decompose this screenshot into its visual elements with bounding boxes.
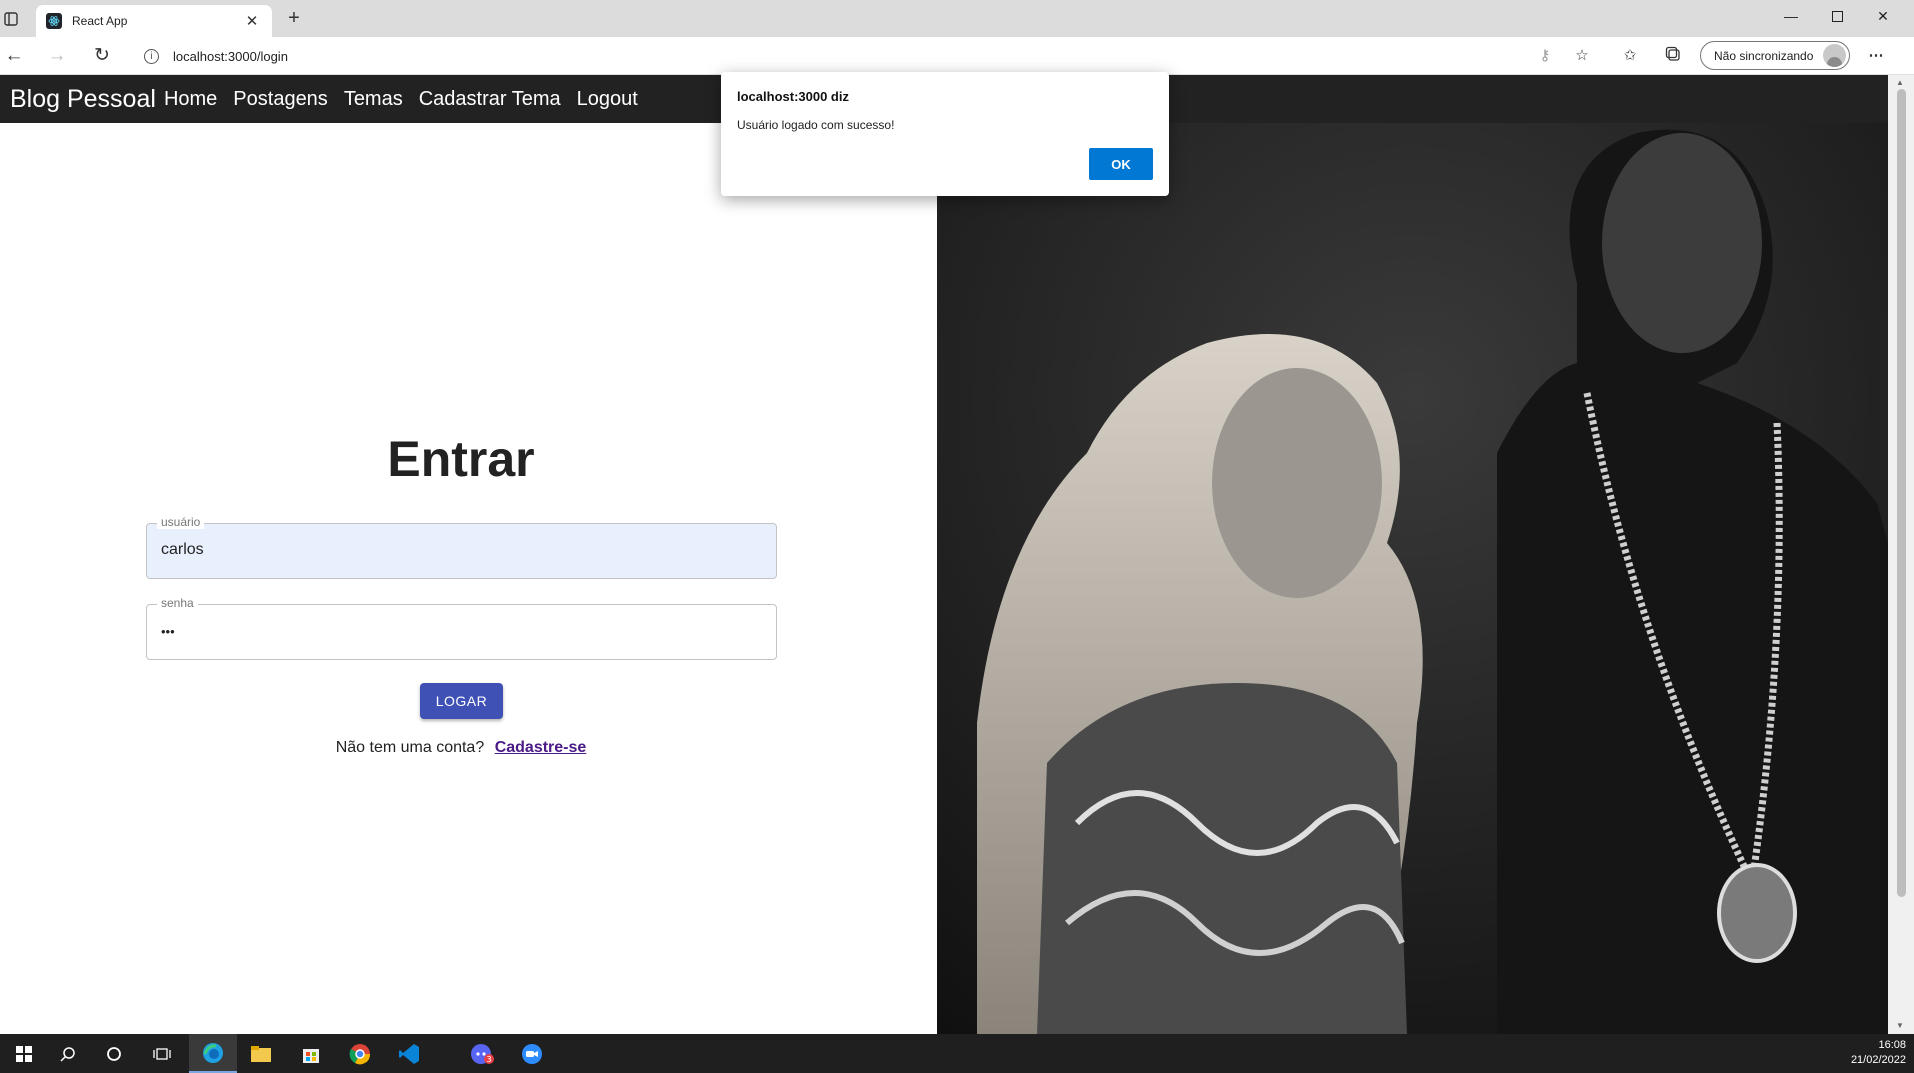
- alert-ok-button[interactable]: OK: [1089, 148, 1153, 180]
- login-title: Entrar: [387, 431, 535, 487]
- back-icon[interactable]: ←: [3, 45, 25, 67]
- browser-toolbar: ← → ↻ i localhost:3000/login ⚷ ☆ ✩ Não s…: [0, 37, 1914, 75]
- maximize-icon[interactable]: [1814, 0, 1860, 32]
- nav-link-home[interactable]: Home: [164, 88, 217, 111]
- clock-time: 16:08: [1878, 1039, 1906, 1051]
- scroll-up-icon[interactable]: ▲: [1896, 78, 1904, 87]
- scrollbar-thumb[interactable]: [1897, 89, 1906, 897]
- signup-prompt: Não tem uma conta?: [335, 739, 485, 756]
- nav-link-postagens[interactable]: Postagens: [233, 88, 328, 111]
- password-label: senha: [157, 596, 198, 610]
- vscode-icon[interactable]: [385, 1034, 433, 1073]
- address-bar[interactable]: i localhost:3000/login: [130, 42, 1540, 70]
- add-favorite-icon[interactable]: ☆: [1572, 46, 1592, 66]
- search-icon[interactable]: [44, 1034, 92, 1073]
- zoom-icon[interactable]: [508, 1034, 556, 1073]
- react-favicon-icon: [46, 13, 62, 29]
- avatar-icon: [1823, 44, 1846, 67]
- nav-link-logout[interactable]: Logout: [577, 88, 638, 111]
- password-field[interactable]: senha •••: [146, 596, 777, 660]
- profile-button[interactable]: Não sincronizando: [1700, 41, 1850, 70]
- tab-close-icon[interactable]: ✕: [242, 12, 262, 30]
- scroll-down-icon[interactable]: ▼: [1896, 1021, 1904, 1030]
- browser-tab-strip: React App ✕ + — ✕: [0, 0, 1914, 37]
- username-label: usuário: [157, 515, 205, 529]
- alert-message: Usuário logado com sucesso!: [737, 118, 895, 132]
- windows-start-icon[interactable]: [0, 1034, 48, 1073]
- discord-icon[interactable]: 3: [459, 1034, 507, 1073]
- page-scrollbar[interactable]: ▲ ▼: [1888, 75, 1914, 1034]
- clock-date: 21/02/2022: [1850, 1054, 1906, 1066]
- collections-icon[interactable]: [1663, 46, 1683, 66]
- nav-link-temas[interactable]: Temas: [344, 88, 403, 111]
- key-icon[interactable]: ⚷: [1535, 46, 1555, 66]
- nav-link-cadastrar-tema[interactable]: Cadastrar Tema: [419, 88, 561, 111]
- tab-actions-icon[interactable]: [0, 0, 22, 37]
- taskbar: 3 16:08 21/02/2022: [0, 1034, 1914, 1073]
- more-menu-icon[interactable]: ⋯: [1866, 46, 1886, 66]
- window-close-icon[interactable]: ✕: [1860, 0, 1906, 32]
- url-text: localhost:3000/login: [173, 48, 288, 64]
- alert-dialog: localhost:3000 diz Usuário logado com su…: [721, 72, 1169, 196]
- login-panel: Entrar usuário carlos senha ••• LOGAR Nã…: [0, 123, 937, 1034]
- page-viewport: Blog Pessoal Home Postagens Temas Cadast…: [0, 75, 1914, 1034]
- username-value: carlos: [161, 541, 204, 558]
- task-view-icon[interactable]: [138, 1034, 186, 1073]
- password-value: •••: [161, 624, 175, 639]
- minimize-icon[interactable]: —: [1768, 0, 1814, 32]
- file-explorer-icon[interactable]: [237, 1034, 285, 1073]
- signup-link[interactable]: Cadastre-se: [495, 739, 587, 756]
- brand-title: Blog Pessoal: [10, 84, 156, 113]
- profile-label: Não sincronizando: [1714, 48, 1814, 63]
- new-tab-icon[interactable]: +: [282, 7, 306, 31]
- discord-badge-count: 3: [486, 1055, 491, 1064]
- login-button[interactable]: LOGAR: [420, 683, 503, 719]
- alert-title: localhost:3000 diz: [737, 89, 849, 104]
- store-icon[interactable]: [287, 1034, 335, 1073]
- browser-tab[interactable]: React App ✕: [36, 5, 272, 37]
- tab-title: React App: [72, 14, 128, 28]
- forward-icon[interactable]: →: [46, 45, 68, 67]
- cortana-icon[interactable]: [90, 1034, 138, 1073]
- username-field[interactable]: usuário carlos: [146, 515, 777, 579]
- taskbar-clock[interactable]: 16:08 21/02/2022: [1836, 1038, 1906, 1068]
- favorites-icon[interactable]: ✩: [1620, 46, 1640, 66]
- reload-icon[interactable]: ↻: [91, 45, 113, 67]
- login-hero-photo: [937, 123, 1888, 1034]
- edge-taskbar-icon[interactable]: [189, 1034, 237, 1073]
- chrome-icon[interactable]: [336, 1034, 384, 1073]
- site-info-icon[interactable]: i: [144, 48, 159, 64]
- signup-row: Não tem uma conta? Cadastre-se: [0, 739, 922, 757]
